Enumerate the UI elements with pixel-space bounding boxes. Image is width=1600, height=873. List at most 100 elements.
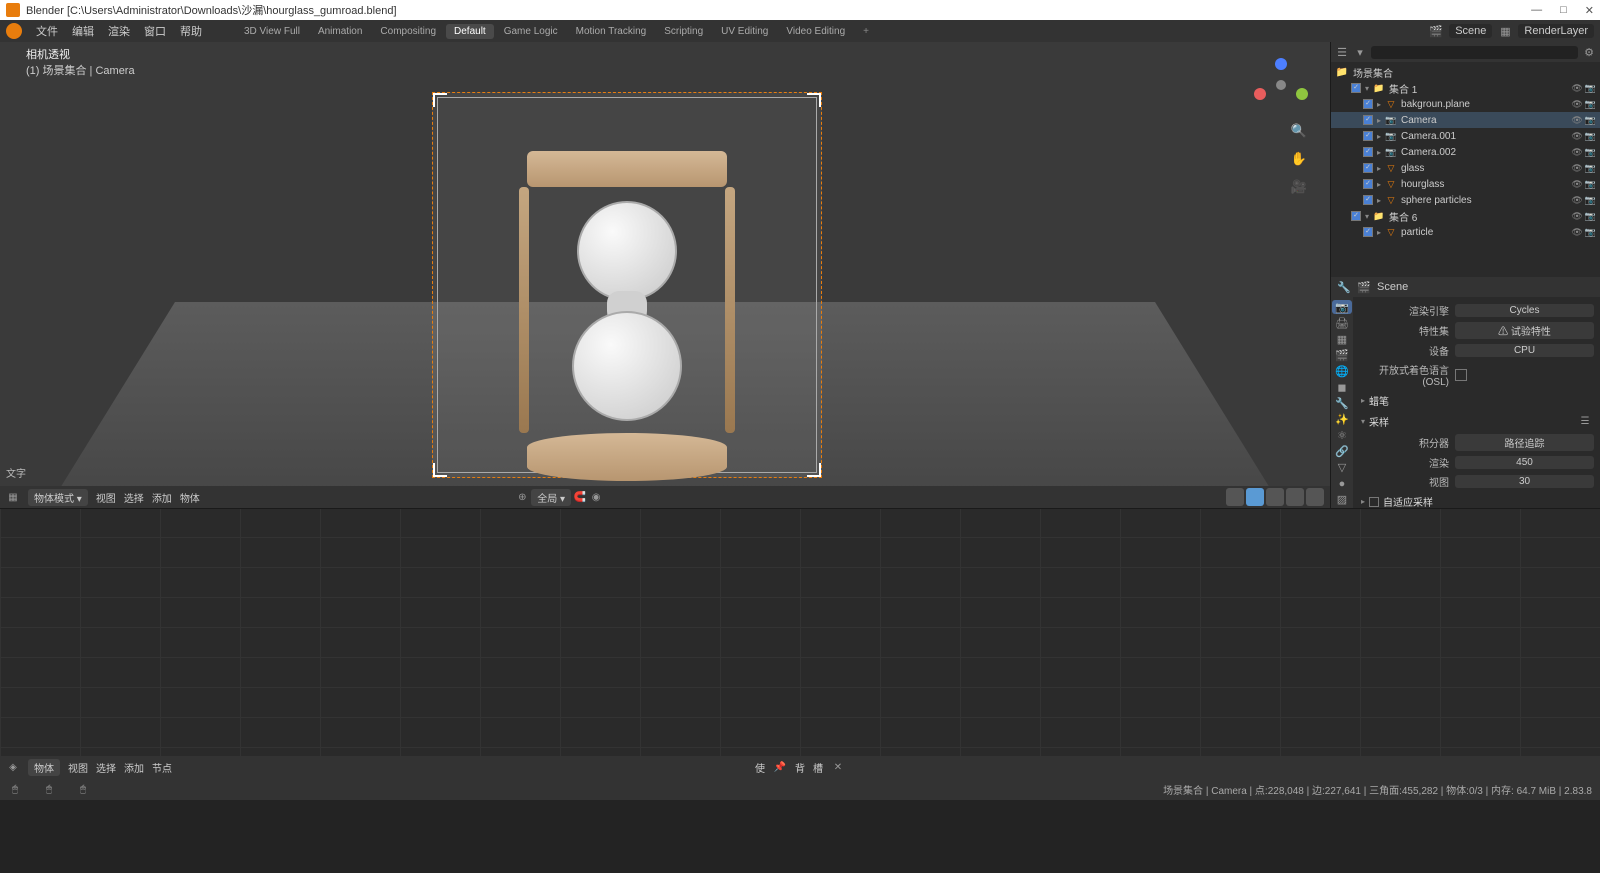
hourglass-model[interactable]	[507, 151, 747, 481]
render-icon[interactable]: 📷	[1585, 147, 1596, 158]
ptab-world[interactable]: 🌐	[1332, 364, 1352, 378]
bottom-editor[interactable]: ◈ 物体 视图 选择 添加 节点 使 📌 背 槽 ✕	[0, 508, 1600, 778]
visibility-icon[interactable]: 👁	[1571, 99, 1582, 110]
collection-toggle[interactable]: ✓	[1351, 211, 1361, 221]
ptab-particle[interactable]: ✨	[1332, 413, 1352, 427]
collection-toggle[interactable]: ✓	[1363, 115, 1373, 125]
visibility-icon[interactable]: 👁	[1571, 195, 1582, 206]
tab-motiontracking[interactable]: Motion Tracking	[568, 24, 655, 39]
ptab-material[interactable]: ●	[1332, 477, 1352, 491]
visibility-icon[interactable]: 👁	[1571, 211, 1582, 222]
render-icon[interactable]: 📷	[1585, 131, 1596, 142]
integrator-select[interactable]: 路径追踪	[1455, 434, 1594, 451]
collection-toggle[interactable]: ✓	[1363, 99, 1373, 109]
transform-orientation[interactable]: 全局 ▾	[531, 489, 571, 506]
visibility-icon[interactable]: 👁	[1571, 179, 1582, 190]
editor-type-icon[interactable]: ▦	[6, 490, 20, 504]
feature-set-select[interactable]: ⚠ 试验特性	[1455, 322, 1594, 339]
collection-toggle[interactable]: ✓	[1363, 163, 1373, 173]
collection-toggle[interactable]: ✓	[1363, 179, 1373, 189]
renderlayer-selector[interactable]: RenderLayer	[1518, 24, 1594, 38]
ptab-output[interactable]: 🖨	[1332, 316, 1352, 330]
outliner-tree[interactable]: 📁 场景集合 ✓▾📁集合 1👁📷✓▸▽bakgroun.plane👁📷 ✓▸📷Ca…	[1331, 62, 1600, 277]
collection-toggle[interactable]: ✓	[1363, 195, 1373, 205]
render-icon[interactable]: 📷	[1585, 83, 1596, 94]
outliner-item[interactable]: ✓▸📷Camera.002👁📷	[1331, 144, 1600, 160]
render-icon[interactable]: 📷	[1585, 163, 1596, 174]
axis-z-icon[interactable]	[1275, 58, 1287, 70]
tab-scripting[interactable]: Scripting	[656, 24, 711, 39]
tab-gamelogic[interactable]: Game Logic	[496, 24, 566, 39]
camera-view-icon[interactable]: 🎥	[1290, 178, 1308, 196]
maximize-button[interactable]: □	[1560, 4, 1567, 17]
blender-logo-icon[interactable]	[6, 23, 22, 39]
zoom-icon[interactable]: 🔍	[1290, 122, 1308, 140]
panel-grease[interactable]: ▸蜡笔	[1359, 390, 1594, 411]
render-icon[interactable]: 📷	[1585, 115, 1596, 126]
close-icon[interactable]: ✕	[831, 760, 845, 774]
ptab-viewlayer[interactable]: ▦	[1332, 332, 1352, 346]
axis-y-icon[interactable]	[1296, 88, 1308, 100]
outliner-editor-icon[interactable]: ☰	[1335, 45, 1349, 59]
tl-back[interactable]: 背	[795, 760, 805, 775]
menu-file[interactable]: 文件	[36, 23, 58, 39]
ptab-texture[interactable]: ▨	[1332, 493, 1352, 507]
ptab-modifier[interactable]: 🔧	[1332, 396, 1352, 410]
ptab-render[interactable]: 📷	[1332, 300, 1352, 314]
tl-slot[interactable]: 槽	[813, 760, 823, 775]
shading-material[interactable]	[1286, 488, 1304, 506]
close-button[interactable]: ✕	[1585, 4, 1594, 17]
outliner-search[interactable]	[1371, 46, 1578, 59]
outliner-scene-collection[interactable]: 📁 场景集合	[1331, 64, 1600, 80]
menu-help[interactable]: 帮助	[180, 23, 202, 39]
axis-x-icon[interactable]	[1254, 88, 1266, 100]
overlay-toggle[interactable]	[1226, 488, 1244, 506]
proportional-icon[interactable]: ◉	[589, 490, 603, 504]
vp-menu-view[interactable]: 视图	[96, 490, 116, 505]
shading-wireframe[interactable]	[1246, 488, 1264, 506]
collection-toggle[interactable]: ✓	[1363, 147, 1373, 157]
menu-window[interactable]: 窗口	[144, 23, 166, 39]
visibility-icon[interactable]: 👁	[1571, 115, 1582, 126]
orientation-icon[interactable]: ⊕	[515, 490, 529, 504]
ptab-object[interactable]: ◼	[1332, 380, 1352, 394]
tab-videoediting[interactable]: Video Editing	[778, 24, 853, 39]
props-editor-icon[interactable]: 🔧	[1337, 280, 1351, 294]
tab-animation[interactable]: Animation	[310, 24, 370, 39]
viewport-samples-input[interactable]: 30	[1455, 475, 1594, 488]
ptab-data[interactable]: ▽	[1332, 461, 1352, 475]
visibility-icon[interactable]: 👁	[1571, 163, 1582, 174]
render-icon[interactable]: 📷	[1585, 195, 1596, 206]
ptab-scene[interactable]: 🎬	[1332, 348, 1352, 362]
shading-solid[interactable]	[1266, 488, 1284, 506]
pan-icon[interactable]: ✋	[1290, 150, 1308, 168]
outliner-item[interactable]: ✓▸📷Camera.001👁📷	[1331, 128, 1600, 144]
collection-toggle[interactable]: ✓	[1363, 227, 1373, 237]
menu-render[interactable]: 渲染	[108, 23, 130, 39]
render-samples-input[interactable]: 450	[1455, 456, 1594, 469]
navigation-gizmo[interactable]	[1254, 58, 1308, 112]
tl-node[interactable]: 节点	[152, 760, 172, 775]
vp-menu-add[interactable]: 添加	[152, 490, 172, 505]
outliner-item[interactable]: ✓▾📁集合 1👁📷	[1331, 80, 1600, 96]
snap-icon[interactable]: 🧲	[573, 490, 587, 504]
outliner-item[interactable]: ✓▸▽sphere particles👁📷	[1331, 192, 1600, 208]
preset-icon[interactable]: ☰	[1578, 415, 1592, 429]
outliner-item[interactable]: ✓▸▽bakgroun.plane👁📷	[1331, 96, 1600, 112]
3d-viewport[interactable]: 相机透视 (1) 场景集合 | Camera �	[0, 42, 1330, 508]
scene-selector[interactable]: Scene	[1449, 24, 1492, 38]
device-select[interactable]: CPU	[1455, 344, 1594, 357]
node-editor-icon[interactable]: ◈	[6, 760, 20, 774]
outliner-item[interactable]: ✓▸▽hourglass👁📷	[1331, 176, 1600, 192]
render-icon[interactable]: 📷	[1585, 227, 1596, 238]
tab-uvediting[interactable]: UV Editing	[713, 24, 776, 39]
vp-menu-object[interactable]: 物体	[180, 490, 200, 505]
tl-view[interactable]: 视图	[68, 760, 88, 775]
osl-checkbox[interactable]	[1455, 369, 1467, 381]
outliner-item[interactable]: ✓▸▽glass👁📷	[1331, 160, 1600, 176]
collection-toggle[interactable]: ✓	[1363, 131, 1373, 141]
outliner-item[interactable]: ✓▾📁集合 6👁📷	[1331, 208, 1600, 224]
outliner-item[interactable]: ✓▸▽particle👁📷	[1331, 224, 1600, 240]
tab-3dviewfull[interactable]: 3D View Full	[236, 24, 308, 39]
node-mode[interactable]: 物体	[28, 759, 60, 776]
